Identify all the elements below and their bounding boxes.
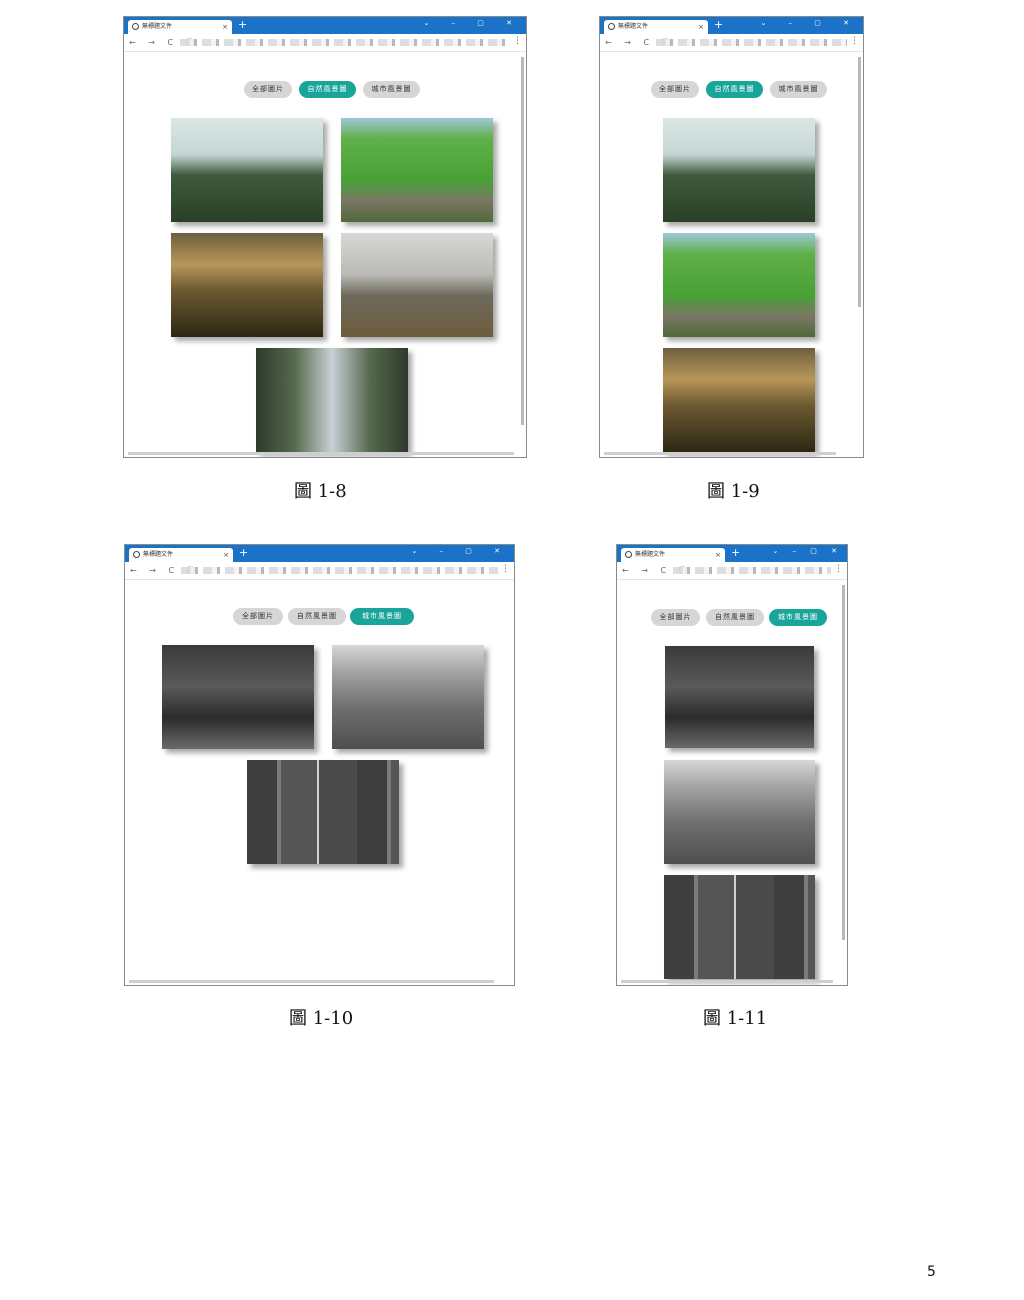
figure-1-9-browser: 無標題文件 × + ⌄ – ▢ ✕ ← → C ⓘ ⋮ 全部圖片 自然風景圖 城… bbox=[599, 16, 864, 458]
filter-all-button[interactable]: 全部圖片 bbox=[233, 608, 283, 625]
browser-tab[interactable]: 無標題文件 × bbox=[129, 548, 233, 562]
horizontal-scrollbar[interactable] bbox=[129, 980, 494, 983]
close-tab-icon[interactable]: × bbox=[222, 20, 228, 34]
tab-title: 無標題文件 bbox=[142, 23, 173, 30]
address-bar[interactable]: ← → C ⓘ ⋮ bbox=[125, 562, 514, 580]
window-controls[interactable]: ⌄ – ▢ ✕ bbox=[760, 19, 859, 27]
url-blurred[interactable] bbox=[181, 567, 498, 574]
url-blurred[interactable] bbox=[656, 39, 847, 46]
close-tab-icon[interactable]: × bbox=[715, 548, 721, 562]
tab-title: 無標題文件 bbox=[143, 551, 174, 558]
filter-city-button[interactable]: 城市風景圖 bbox=[769, 609, 827, 626]
url-blurred[interactable] bbox=[673, 567, 831, 574]
horizontal-scrollbar[interactable] bbox=[604, 452, 836, 455]
photo-forest-stream bbox=[341, 118, 493, 222]
photo-valley bbox=[663, 118, 815, 222]
menu-icon[interactable]: ⋮ bbox=[501, 564, 510, 574]
photo-bridge-night bbox=[162, 645, 314, 749]
vertical-scrollbar[interactable] bbox=[842, 585, 845, 940]
window-controls[interactable]: ⌄ – ▢ ✕ bbox=[411, 547, 510, 555]
title-bar: 無標題文件 × + ⌄ – ▢ ✕ bbox=[124, 17, 526, 34]
browser-tab[interactable]: 無標題文件 × bbox=[128, 20, 232, 34]
photo-traffic-road bbox=[247, 760, 399, 864]
title-bar: 無標題文件 × + ⌄ – ▢ ✕ bbox=[617, 545, 847, 562]
address-bar[interactable]: ← → C ⓘ ⋮ bbox=[600, 34, 863, 52]
filter-all-button[interactable]: 全部圖片 bbox=[651, 81, 699, 98]
vertical-scrollbar[interactable] bbox=[521, 57, 524, 425]
filter-city-button[interactable]: 城市風景圖 bbox=[770, 81, 827, 98]
browser-tab[interactable]: 無標題文件 × bbox=[621, 548, 725, 562]
photo-bridge-night bbox=[665, 646, 814, 748]
photo-traffic-road bbox=[664, 875, 815, 979]
filter-nature-button[interactable]: 自然風景圖 bbox=[288, 608, 346, 625]
close-tab-icon[interactable]: × bbox=[223, 548, 229, 562]
photo-sunset-hills bbox=[171, 233, 323, 337]
figure-1-8-browser: 無標題文件 × + ⌄ – ▢ ✕ ← → C ⓘ ⋮ 全部圖片 自然風景圖 城… bbox=[123, 16, 527, 458]
menu-icon[interactable]: ⋮ bbox=[513, 36, 522, 46]
caption-figure-1-9: 圖 1-9 bbox=[707, 481, 760, 502]
caption-figure-1-11: 圖 1-11 bbox=[703, 1008, 768, 1029]
tab-title: 無標題文件 bbox=[635, 551, 666, 558]
new-tab-button[interactable]: + bbox=[714, 18, 723, 32]
tab-title: 無標題文件 bbox=[618, 23, 649, 30]
photo-tree-road bbox=[256, 348, 408, 452]
horizontal-scrollbar[interactable] bbox=[621, 980, 833, 983]
vertical-scrollbar[interactable] bbox=[858, 57, 861, 307]
title-bar: 無標題文件 × + ⌄ – ▢ ✕ bbox=[125, 545, 514, 562]
globe-icon bbox=[132, 23, 139, 30]
caption-figure-1-8: 圖 1-8 bbox=[294, 481, 347, 502]
photo-forest-stream bbox=[663, 233, 815, 337]
new-tab-button[interactable]: + bbox=[238, 18, 247, 32]
window-controls[interactable]: ⌄ – ▢ ✕ bbox=[423, 19, 522, 27]
globe-icon bbox=[625, 551, 632, 558]
photo-old-town bbox=[332, 645, 484, 749]
photo-old-town bbox=[664, 760, 815, 864]
horizontal-scrollbar[interactable] bbox=[128, 452, 514, 455]
filter-all-button[interactable]: 全部圖片 bbox=[244, 81, 292, 98]
globe-icon bbox=[608, 23, 615, 30]
window-controls[interactable]: ⌄ – ▢ ✕ bbox=[772, 547, 843, 555]
caption-figure-1-10: 圖 1-10 bbox=[289, 1008, 354, 1029]
url-blurred[interactable] bbox=[180, 39, 510, 46]
filter-nature-button[interactable]: 自然風景圖 bbox=[706, 609, 764, 626]
menu-icon[interactable]: ⋮ bbox=[834, 564, 843, 574]
page-number: 5 bbox=[927, 1264, 936, 1280]
figure-1-11-browser: 無標題文件 × + ⌄ – ▢ ✕ ← → C ⓘ ⋮ 全部圖片 自然風景圖 城… bbox=[616, 544, 848, 986]
browser-tab[interactable]: 無標題文件 × bbox=[604, 20, 708, 34]
menu-icon[interactable]: ⋮ bbox=[850, 36, 859, 46]
filter-city-button[interactable]: 城市風景圖 bbox=[350, 608, 414, 625]
figure-1-10-browser: 無標題文件 × + ⌄ – ▢ ✕ ← → C ⓘ ⋮ 全部圖片 自然風景圖 城… bbox=[124, 544, 515, 986]
filter-nature-button[interactable]: 自然風景圖 bbox=[706, 81, 763, 98]
filter-nature-button[interactable]: 自然風景圖 bbox=[299, 81, 356, 98]
address-bar[interactable]: ← → C ⓘ ⋮ bbox=[617, 562, 847, 580]
photo-sunset-hills bbox=[663, 348, 815, 452]
new-tab-button[interactable]: + bbox=[239, 546, 248, 560]
close-tab-icon[interactable]: × bbox=[698, 20, 704, 34]
filter-all-button[interactable]: 全部圖片 bbox=[651, 609, 700, 626]
globe-icon bbox=[133, 551, 140, 558]
photo-mountain-plain bbox=[341, 233, 493, 337]
address-bar[interactable]: ← → C ⓘ ⋮ bbox=[124, 34, 526, 52]
filter-city-button[interactable]: 城市風景圖 bbox=[363, 81, 420, 98]
new-tab-button[interactable]: + bbox=[731, 546, 740, 560]
title-bar: 無標題文件 × + ⌄ – ▢ ✕ bbox=[600, 17, 863, 34]
photo-valley bbox=[171, 118, 323, 222]
